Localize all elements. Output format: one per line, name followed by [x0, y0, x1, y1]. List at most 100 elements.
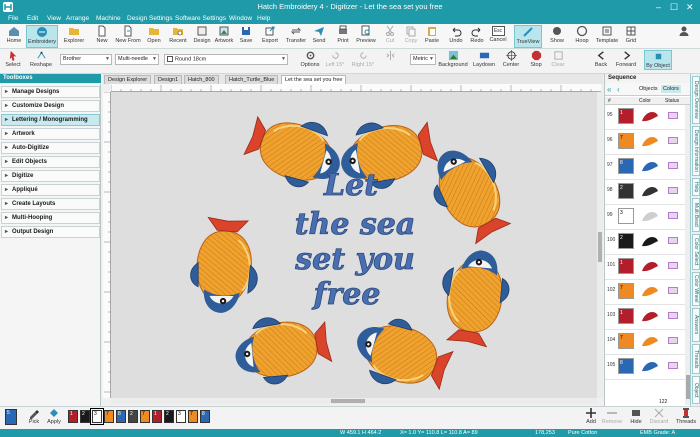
rotate-left-button[interactable]: Left 15°	[325, 50, 345, 68]
color-swatch[interactable]: 8	[618, 158, 634, 174]
send-button[interactable]: Send	[310, 25, 328, 48]
transfer-button[interactable]: Transfer	[284, 25, 308, 48]
tab-hatch-800[interactable]: Hatch_800	[184, 75, 219, 84]
grid-button[interactable]: Grid	[623, 25, 639, 48]
new-from-button[interactable]: New From	[114, 25, 142, 48]
palette-swatch[interactable]: 8	[116, 410, 126, 423]
add-button[interactable]: Add	[584, 407, 598, 425]
palette-swatch[interactable]: 1	[152, 410, 162, 423]
design-button[interactable]: Design	[192, 25, 212, 48]
color-swatch[interactable]: 1	[618, 308, 634, 324]
hide-button[interactable]: Hide	[628, 407, 644, 425]
laydown-button[interactable]: Laydown	[472, 50, 496, 68]
explorer-button[interactable]: Explorer	[61, 25, 87, 48]
close-button[interactable]: ✕	[686, 1, 694, 13]
lettering-line-3[interactable]: set you	[294, 242, 415, 278]
artwork-button[interactable]: Artwork	[213, 25, 235, 48]
sequence-row[interactable]: 97 8	[605, 155, 685, 180]
toolbox-output-design[interactable]: Output Design	[1, 226, 100, 238]
menu-machine[interactable]: Machine	[96, 15, 121, 22]
tab-let-the-sea[interactable]: Let the sea set you free	[281, 75, 347, 84]
user-button[interactable]	[676, 25, 692, 48]
menu-design-settings[interactable]: Design Settings	[127, 15, 173, 22]
palette-swatch[interactable]: 7	[188, 410, 198, 423]
tab-objects[interactable]: Objects	[639, 86, 658, 92]
embroidery-button[interactable]: Embroidery	[26, 25, 58, 48]
vertical-scrollbar[interactable]	[597, 92, 603, 398]
template-button[interactable]: Template	[594, 25, 620, 48]
palette-swatch[interactable]: 8	[200, 410, 210, 423]
lettering-line-4[interactable]: free	[311, 277, 381, 313]
color-swatch[interactable]: 2	[618, 183, 634, 199]
design-canvas[interactable]: Let the sea set you free	[111, 92, 597, 398]
stop-button[interactable]: Stop	[527, 50, 545, 68]
tab-hatch-turtle-blue[interactable]: Hatch_Turtle_Blue	[225, 75, 279, 84]
sequence-row[interactable]: 95 1	[605, 105, 685, 130]
tab-object[interactable]: Object	[692, 376, 700, 404]
tab-color-select[interactable]: Color Select	[692, 234, 700, 270]
sequence-row[interactable]: 103 1	[605, 305, 685, 330]
reshape-tool[interactable]: Reshape	[28, 50, 54, 68]
menu-window[interactable]: Window	[229, 15, 252, 22]
open-button[interactable]: Open	[144, 25, 164, 48]
color-swatch[interactable]: 7	[618, 333, 634, 349]
toolbox-edit-objects[interactable]: Edit Objects	[1, 156, 100, 168]
tab-answers[interactable]: Answers	[692, 308, 700, 342]
forward-button[interactable]: Forward	[613, 50, 639, 68]
scroll-thumb[interactable]	[331, 399, 365, 403]
tab-design-information[interactable]: Design Information	[692, 126, 700, 176]
by-object-button[interactable]: By Object	[644, 50, 672, 70]
palette-swatch[interactable]: 1	[68, 410, 78, 423]
sequence-row[interactable]: 105 8	[605, 355, 685, 380]
horizontal-scrollbar[interactable]	[111, 398, 597, 404]
menu-edit[interactable]: Edit	[27, 15, 38, 22]
color-swatch[interactable]: 2	[618, 233, 634, 249]
export-button[interactable]: Export	[260, 25, 280, 48]
sequence-row[interactable]: 100 2	[605, 230, 685, 255]
color-swatch[interactable]: 7	[618, 283, 634, 299]
needle-type-select[interactable]: Multi-needle ▼	[115, 54, 159, 65]
menu-view[interactable]: View	[47, 15, 61, 22]
menu-arrange[interactable]: Arrange	[66, 15, 89, 22]
sequence-row[interactable]: 99 3	[605, 205, 685, 230]
hoop-button[interactable]: Hoop	[572, 25, 592, 48]
chevron-left-icon[interactable]: ‹	[617, 85, 620, 94]
toolbox-artwork[interactable]: Artwork	[1, 128, 100, 140]
color-swatch[interactable]: 1	[618, 258, 634, 274]
pick-button[interactable]: Pick	[26, 407, 42, 425]
color-swatch[interactable]: 7	[618, 133, 634, 149]
palette-swatch[interactable]: 3	[176, 410, 186, 423]
menu-help[interactable]: Help	[257, 15, 270, 22]
remove-button[interactable]: Remove	[600, 407, 624, 425]
lettering-line-2[interactable]: the sea	[294, 207, 416, 243]
trueview-button[interactable]: TrueView	[514, 25, 542, 48]
recent-button[interactable]: Recent	[166, 25, 190, 48]
toolbox-manage-designs[interactable]: Manage Designs	[1, 86, 100, 98]
tab-colors[interactable]: Colors	[661, 85, 681, 93]
palette-swatch[interactable]: 2	[164, 410, 174, 423]
preview-button[interactable]: Preview	[354, 25, 378, 48]
toolbox-create-layouts[interactable]: Create Layouts	[1, 198, 100, 210]
print-button[interactable]: Print	[335, 25, 351, 48]
scroll-thumb[interactable]	[598, 232, 602, 262]
menu-file[interactable]: File	[8, 15, 18, 22]
palette-swatch[interactable]: 2	[128, 410, 138, 423]
tab-design-overview[interactable]: Design Overview	[692, 76, 700, 124]
tab-color-wheel[interactable]: Color Wheel	[692, 272, 700, 306]
sequence-row[interactable]: 96 7	[605, 130, 685, 155]
select-tool[interactable]: Select	[3, 50, 23, 68]
rotate-right-button[interactable]: Right 15°	[351, 50, 375, 68]
options-button[interactable]: Options	[299, 50, 321, 68]
tab-design-explorer[interactable]: Design Explorer	[104, 75, 152, 84]
sequence-row[interactable]: 98 2	[605, 180, 685, 205]
tab-design1[interactable]: Design1	[154, 75, 183, 84]
sequence-row[interactable]: 102 7	[605, 280, 685, 305]
mirror-button[interactable]	[382, 50, 398, 61]
palette-swatch[interactable]: 7	[104, 410, 114, 423]
lettering-line-1[interactable]: Let	[323, 168, 379, 204]
hoop-select[interactable]: Round 18cm ▼	[164, 54, 288, 65]
undo-button[interactable]: Undo	[448, 25, 464, 48]
minimize-button[interactable]: –	[656, 1, 661, 13]
sequence-row[interactable]: 104 7	[605, 330, 685, 355]
toolbox-digitize[interactable]: Digitize	[1, 170, 100, 182]
